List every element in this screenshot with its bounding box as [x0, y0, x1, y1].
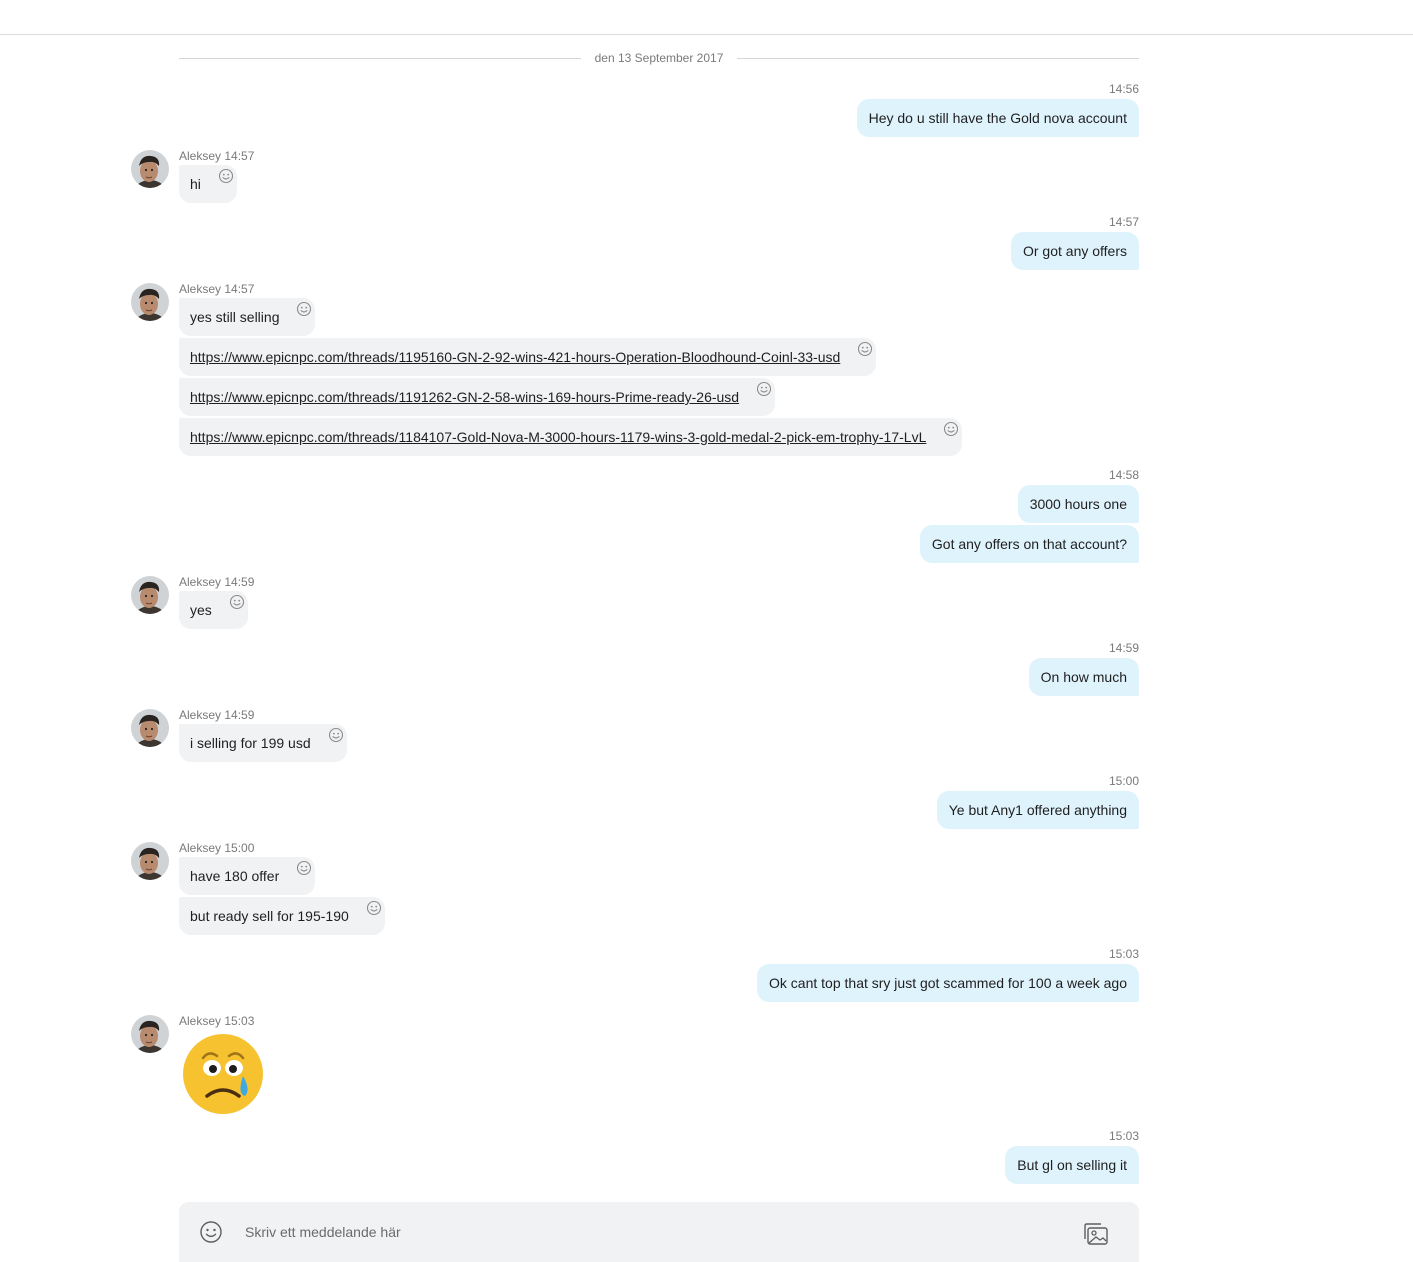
add-reaction-icon[interactable]	[756, 381, 772, 397]
message-text: have 180 offer	[190, 868, 280, 884]
contact-avatar[interactable]	[131, 150, 169, 188]
top-bar	[0, 0, 1413, 35]
message-timestamp: 14:56	[1108, 82, 1139, 96]
contact-avatar[interactable]	[131, 709, 169, 747]
add-reaction-icon[interactable]	[328, 727, 344, 743]
incoming-message-link[interactable]: https://www.epicnpc.com/threads/1191262-…	[179, 378, 776, 416]
message-timestamp: 14:57	[1108, 215, 1139, 229]
sender-header: Aleksey 14:57	[179, 282, 255, 296]
message-timestamp: 14:58	[1108, 468, 1139, 482]
message-link[interactable]: https://www.epicnpc.com/threads/1184107-…	[190, 429, 926, 445]
incoming-message-link[interactable]: https://www.epicnpc.com/threads/1184107-…	[179, 418, 963, 456]
message-timestamp: 15:00	[1108, 774, 1139, 788]
incoming-message[interactable]: but ready sell for 195-190	[179, 897, 385, 935]
add-reaction-icon[interactable]	[218, 168, 234, 184]
incoming-message[interactable]: yes	[179, 591, 248, 629]
message-link[interactable]: https://www.epicnpc.com/threads/1191262-…	[190, 389, 739, 405]
sender-header: Aleksey 15:00	[179, 841, 255, 855]
incoming-message[interactable]: hi	[179, 165, 237, 203]
contact-avatar[interactable]	[131, 842, 169, 880]
media-gallery-icon[interactable]	[1083, 1222, 1109, 1246]
outgoing-message[interactable]: On how much	[1028, 658, 1139, 696]
outgoing-message[interactable]: 3000 hours one	[1017, 485, 1139, 523]
message-text: i selling for 199 usd	[190, 735, 311, 751]
outgoing-message[interactable]: Ye but Any1 offered anything	[936, 791, 1139, 829]
sender-header: Aleksey 15:03	[179, 1014, 255, 1028]
contact-avatar[interactable]	[131, 576, 169, 614]
message-text: yes still selling	[190, 309, 280, 325]
contact-avatar[interactable]	[131, 283, 169, 321]
incoming-message[interactable]: yes still selling	[179, 298, 316, 336]
incoming-message[interactable]: have 180 offer	[179, 857, 316, 895]
message-text: hi	[190, 176, 201, 192]
add-reaction-icon[interactable]	[296, 301, 312, 317]
incoming-message[interactable]: i selling for 199 usd	[179, 724, 347, 762]
date-separator-line-right	[737, 58, 1139, 59]
add-reaction-icon[interactable]	[296, 860, 312, 876]
outgoing-message[interactable]: But gl on selling it	[1005, 1146, 1139, 1184]
message-text: but ready sell for 195-190	[190, 908, 349, 924]
date-separator-label: den 13 September 2017	[594, 51, 724, 65]
sender-header: Aleksey 14:57	[179, 149, 255, 163]
add-reaction-icon[interactable]	[366, 900, 382, 916]
outgoing-message[interactable]: Got any offers on that account?	[919, 525, 1139, 563]
sender-header: Aleksey 14:59	[179, 575, 255, 589]
emoji-picker-icon[interactable]	[199, 1220, 223, 1244]
add-reaction-icon[interactable]	[943, 421, 959, 437]
message-timestamp: 15:03	[1108, 947, 1139, 961]
message-input[interactable]	[243, 1218, 1067, 1246]
outgoing-message[interactable]: Ok cant top that sry just got scammed fo…	[757, 964, 1139, 1002]
add-reaction-icon[interactable]	[229, 594, 245, 610]
message-link[interactable]: https://www.epicnpc.com/threads/1195160-…	[190, 349, 840, 365]
sender-header: Aleksey 14:59	[179, 708, 255, 722]
message-composer	[179, 1202, 1139, 1262]
outgoing-message[interactable]: Hey do u still have the Gold nova accoun…	[856, 99, 1139, 137]
date-separator-line-left	[179, 58, 581, 59]
message-text: yes	[190, 602, 212, 618]
incoming-message-link[interactable]: https://www.epicnpc.com/threads/1195160-…	[179, 338, 877, 376]
outgoing-message[interactable]: Or got any offers	[1010, 232, 1139, 270]
crying-face-emoji[interactable]	[181, 1032, 265, 1116]
date-separator: den 13 September 2017	[179, 49, 1139, 69]
contact-avatar[interactable]	[131, 1015, 169, 1053]
add-reaction-icon[interactable]	[857, 341, 873, 357]
message-timestamp: 15:03	[1108, 1129, 1139, 1143]
message-timestamp: 14:59	[1108, 641, 1139, 655]
